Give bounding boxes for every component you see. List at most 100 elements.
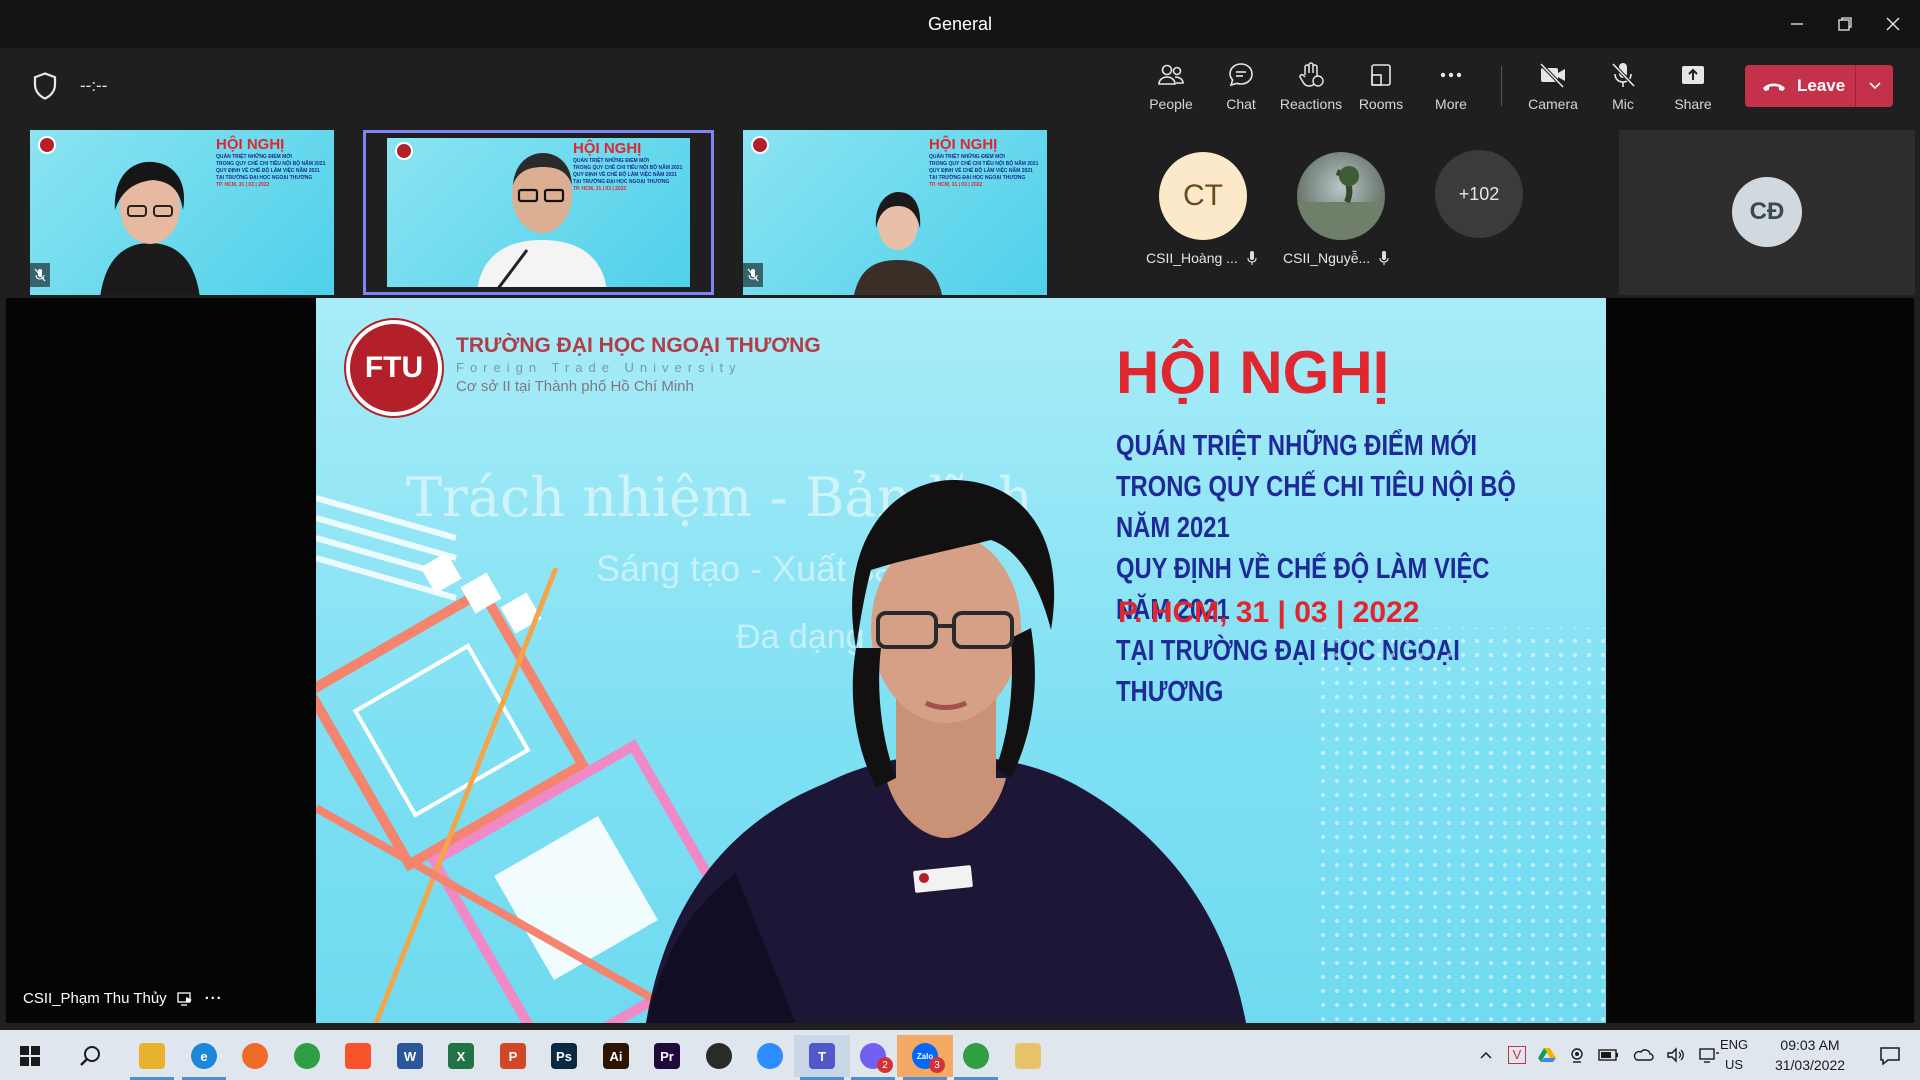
participant-video-tile[interactable]: HỘI NGHỊ QUÁN TRIỆT NHỮNG ĐIỂM MỚI TRONG … xyxy=(743,130,1047,295)
notifications-button[interactable] xyxy=(1862,1035,1918,1077)
participant-person xyxy=(854,192,942,295)
close-icon xyxy=(1886,17,1900,31)
taskbar-app-zoom[interactable] xyxy=(742,1035,798,1077)
chat-button[interactable]: Chat xyxy=(1207,56,1275,120)
paint-icon xyxy=(1015,1043,1041,1069)
illustrator-icon: Ai xyxy=(603,1043,629,1069)
edge-icon: e xyxy=(191,1043,217,1069)
notification-badge: 2 xyxy=(877,1057,893,1073)
meeting-toolbar: --:-- People Chat Reactions Rooms More C… xyxy=(0,48,1920,126)
taskbar-app-firefox[interactable] xyxy=(227,1035,283,1077)
webcam-tray-icon[interactable] xyxy=(1568,1047,1586,1063)
participant-person xyxy=(477,153,607,287)
mic-off-icon xyxy=(34,268,46,282)
taskbar-app-file-explorer[interactable] xyxy=(124,1035,180,1080)
participant-video-tile[interactable]: HỘI NGHỊ QUÁN TRIỆT NHỮNG ĐIỂM MỚI TRONG … xyxy=(30,130,334,295)
speaker-name-label: CSII_Phạm Thu Thủy ··· xyxy=(23,990,223,1007)
onedrive-icon[interactable] xyxy=(1632,1048,1654,1062)
minimize-button[interactable] xyxy=(1770,0,1824,48)
obs-icon xyxy=(706,1043,732,1069)
start-button[interactable] xyxy=(2,1035,58,1077)
taskbar-app-teams[interactable]: T xyxy=(794,1035,850,1080)
taskbar-app-photoshop[interactable]: Ps xyxy=(536,1035,592,1077)
taskbar-app-zalo[interactable]: Zalo 3 xyxy=(897,1035,953,1080)
powerpoint-icon: P xyxy=(500,1043,526,1069)
leave-dropdown[interactable] xyxy=(1855,65,1893,107)
leave-main[interactable]: Leave xyxy=(1745,65,1855,107)
mic-button[interactable]: Mic xyxy=(1589,56,1657,120)
participant-person xyxy=(100,161,200,295)
participant-video-tile-active[interactable]: HỘI NGHỊ QUÁN TRIỆT NHỮNG ĐIỂM MỚI TRONG … xyxy=(363,130,714,295)
mic-off-icon xyxy=(1611,62,1636,88)
more-button[interactable]: More xyxy=(1417,56,1485,120)
photoshop-icon: Ps xyxy=(551,1043,577,1069)
taskbar-app-paint[interactable] xyxy=(1000,1035,1056,1077)
reactions-button[interactable]: Reactions xyxy=(1277,56,1345,120)
search-icon xyxy=(80,1046,100,1066)
participant-video: HỘI NGHỊ QUÁN TRIỆT NHỮNG ĐIỂM MỚI TRONG … xyxy=(387,138,690,287)
rooms-label: Rooms xyxy=(1358,96,1404,112)
university-name: TRƯỜNG ĐẠI HỌC NGOẠI THƯƠNG xyxy=(456,334,821,357)
minimize-icon xyxy=(1791,23,1803,25)
taskbar-app-obs[interactable] xyxy=(691,1035,747,1077)
mic-icon xyxy=(1379,251,1389,265)
network-icon[interactable] xyxy=(1698,1047,1720,1063)
taskbar-app-excel[interactable]: X xyxy=(433,1035,489,1077)
avatar-photo[interactable] xyxy=(1297,152,1385,240)
leave-button[interactable]: Leave xyxy=(1745,65,1893,107)
restore-button[interactable] xyxy=(1818,0,1872,48)
muted-indicator xyxy=(30,263,50,287)
participant-name: CSII_Hoàng ... xyxy=(1146,250,1258,266)
chat-label: Chat xyxy=(1226,96,1256,112)
battery-icon[interactable] xyxy=(1598,1048,1620,1062)
people-icon xyxy=(1158,64,1184,85)
input-language[interactable]: ENG US xyxy=(1720,1035,1748,1075)
slide-lines: QUÁN TRIỆT NHỮNG ĐIỂM MỚI TRONG QUY CHẾ C… xyxy=(216,154,326,188)
excel-icon: X xyxy=(448,1043,474,1069)
taskbar-app-chrome[interactable] xyxy=(279,1035,335,1077)
rooms-button[interactable]: Rooms xyxy=(1347,56,1415,120)
university-logo xyxy=(38,136,56,154)
taskbar-app-brave[interactable] xyxy=(330,1035,386,1077)
share-button[interactable]: Share xyxy=(1659,56,1727,120)
taskbar-app-viber[interactable]: 2 xyxy=(845,1035,901,1080)
google-drive-icon[interactable] xyxy=(1538,1047,1556,1063)
people-label: People xyxy=(1149,96,1193,112)
chrome-icon xyxy=(294,1043,320,1069)
hang-up-icon xyxy=(1763,83,1785,91)
camera-off-icon xyxy=(1539,62,1565,89)
volume-icon[interactable] xyxy=(1666,1047,1686,1063)
camera-button[interactable]: Camera xyxy=(1519,56,1587,120)
more-dots-icon xyxy=(1440,72,1462,78)
clock-time: 09:03 AM xyxy=(1780,1037,1840,1053)
taskbar-app-edge[interactable]: e xyxy=(176,1035,232,1080)
participant-more-options[interactable]: ··· xyxy=(205,990,223,1007)
taskbar-app-powerpoint[interactable]: P xyxy=(485,1035,541,1077)
taskbar-app-chrome-2[interactable] xyxy=(948,1035,1004,1080)
taskbar-app-illustrator[interactable]: Ai xyxy=(588,1035,644,1077)
speaker-video[interactable]: FTU TRƯỜNG ĐẠI HỌC NGOẠI THƯƠNG Foreign … xyxy=(316,298,1606,1023)
raise-hand-icon xyxy=(1299,62,1324,87)
teams-icon: T xyxy=(809,1043,835,1069)
shield-icon[interactable] xyxy=(30,71,60,101)
mic-icon xyxy=(1247,251,1257,265)
antivirus-tray-icon[interactable]: V xyxy=(1508,1046,1526,1064)
chevron-up-icon[interactable] xyxy=(1478,1047,1494,1063)
screen-share-icon xyxy=(177,991,192,1006)
people-button[interactable]: People xyxy=(1137,56,1205,120)
window-title: General xyxy=(927,13,993,34)
close-button[interactable] xyxy=(1866,0,1920,48)
premiere-icon: Pr xyxy=(654,1043,680,1069)
self-view-tile[interactable]: CĐ xyxy=(1619,130,1915,295)
more-participants-button[interactable]: +102 xyxy=(1435,150,1523,238)
meeting-timer: --:-- xyxy=(80,76,108,95)
clock[interactable]: 09:03 AM 31/03/2022 xyxy=(1765,1035,1855,1075)
search-button[interactable] xyxy=(62,1035,118,1077)
taskbar-app-premiere[interactable]: Pr xyxy=(639,1035,695,1077)
word-icon: W xyxy=(397,1043,423,1069)
taskbar-app-word[interactable]: W xyxy=(382,1035,438,1077)
chevron-down-icon xyxy=(1868,82,1881,90)
slide-title: HỘI NGHỊ xyxy=(216,136,285,153)
avatar[interactable]: CT xyxy=(1159,152,1247,240)
slide-title: HỘI NGHỊ xyxy=(929,136,998,153)
